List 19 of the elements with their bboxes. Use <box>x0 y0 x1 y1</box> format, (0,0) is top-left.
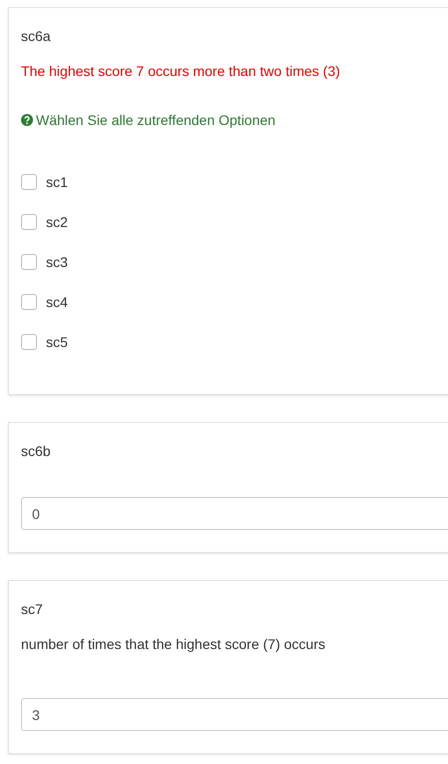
option-label[interactable]: sc5 <box>46 334 68 350</box>
question-description: number of times that the highest score (7) occurs <box>21 635 326 654</box>
error-message: The highest score 7 occurs more than two times (3) <box>21 62 342 81</box>
option-label[interactable]: sc3 <box>46 254 68 270</box>
option-label[interactable]: sc2 <box>46 214 68 230</box>
checkbox[interactable] <box>21 334 37 350</box>
checkbox[interactable] <box>21 294 37 310</box>
question-title: sc7 <box>21 600 44 619</box>
input-field[interactable]: 3 <box>21 698 448 731</box>
checkbox[interactable] <box>21 214 37 230</box>
option-label[interactable]: sc1 <box>46 174 68 190</box>
question-title: sc6b <box>21 442 52 461</box>
checkbox[interactable] <box>21 254 37 270</box>
option-label[interactable]: sc4 <box>46 294 68 310</box>
input-field[interactable]: 0 <box>21 497 448 530</box>
question-title: sc6a <box>21 27 52 46</box>
help-icon <box>21 114 33 126</box>
checkbox[interactable] <box>21 174 37 190</box>
hint-text: Wählen Sie alle zutreffenden Optionen <box>36 111 276 130</box>
